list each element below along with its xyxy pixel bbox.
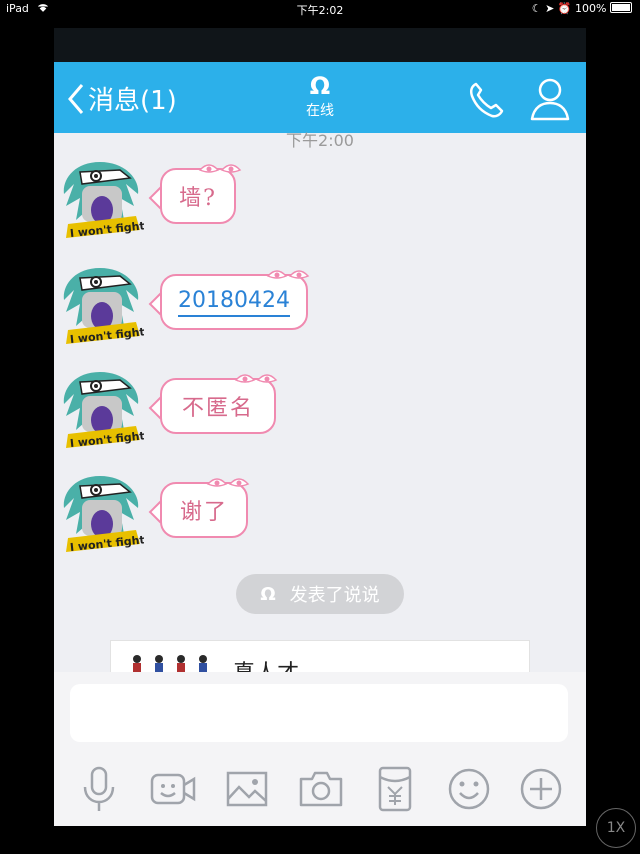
- avatar[interactable]: I won't fight: [60, 260, 144, 348]
- post-notice[interactable]: Ω 发表了说说: [236, 574, 404, 614]
- plus-icon: [520, 768, 562, 810]
- svg-text:I won't fight: I won't fight: [69, 325, 144, 346]
- bubble-eyes-icon: [206, 478, 250, 487]
- message-bubble[interactable]: 不匿名: [160, 374, 278, 434]
- red-envelope-button[interactable]: [370, 764, 420, 814]
- contact-status: 在线: [306, 103, 334, 119]
- input-bar: [54, 672, 586, 826]
- message-bubble[interactable]: 谢了: [160, 478, 250, 538]
- bubble-eyes-icon: [266, 270, 310, 279]
- location-icon: ➤: [545, 2, 555, 15]
- more-button[interactable]: [516, 764, 566, 814]
- svg-text:I won't fight: I won't fight: [69, 429, 144, 450]
- avatar[interactable]: I won't fight: [60, 468, 144, 556]
- svg-text:I won't fight: I won't fight: [69, 219, 144, 240]
- red-envelope-icon: [378, 766, 412, 812]
- chat-screen: 消息(1) Ω 在线 下午2:00 I won't fight 墙? I won…: [54, 28, 586, 826]
- nav-bar: 消息(1) Ω 在线: [54, 62, 586, 133]
- figures-icon: [133, 655, 207, 673]
- toolbar: [54, 764, 586, 824]
- battery-icon: [610, 2, 632, 13]
- emoji-icon: [448, 768, 490, 810]
- chevron-left-icon: [68, 83, 84, 114]
- message-bubble[interactable]: 20180424: [160, 270, 310, 330]
- post-notice-icon: Ω: [260, 583, 276, 605]
- message-text: 谢了: [179, 500, 228, 525]
- voice-button[interactable]: [74, 764, 124, 814]
- message-text: 墙?: [179, 186, 217, 211]
- phone-icon: [469, 82, 504, 118]
- video-button[interactable]: [148, 764, 198, 814]
- image-icon: [226, 771, 268, 807]
- video-icon: [150, 773, 196, 805]
- contact-name: Ω: [309, 72, 331, 100]
- status-bar: iPad 下午2:02 ☾ ➤ ⏰ 100%: [0, 0, 640, 18]
- camera-button[interactable]: [296, 764, 346, 814]
- battery-percent: 100%: [575, 2, 607, 15]
- message-timestamp: 下午2:00: [286, 131, 354, 150]
- zoom-toggle-button[interactable]: 1X: [596, 808, 636, 848]
- zoom-label: 1X: [606, 820, 626, 836]
- battery-status: ☾ ➤ ⏰ 100%: [532, 2, 632, 15]
- image-button[interactable]: [222, 764, 272, 814]
- phone-button[interactable]: [466, 80, 506, 124]
- bubble-eyes-icon: [234, 374, 278, 383]
- camera-icon: [299, 771, 343, 807]
- emoji-button[interactable]: [444, 764, 494, 814]
- microphone-icon: [83, 766, 115, 811]
- message-text: 不匿名: [181, 396, 254, 421]
- back-label: 消息(1): [88, 86, 177, 116]
- alarm-icon: ⏰: [557, 2, 572, 15]
- post-notice-label: 发表了说说: [289, 585, 380, 606]
- moon-icon: ☾: [531, 2, 542, 15]
- top-strip: [54, 28, 586, 62]
- contact-title[interactable]: Ω 在线: [270, 72, 370, 120]
- message-link-text[interactable]: 20180424: [178, 288, 290, 317]
- message-bubble[interactable]: 墙?: [160, 164, 242, 224]
- avatar[interactable]: I won't fight: [60, 154, 144, 242]
- profile-button[interactable]: [528, 75, 572, 127]
- bubble-eyes-icon: [198, 164, 242, 173]
- avatar[interactable]: I won't fight: [60, 364, 144, 452]
- back-button[interactable]: 消息(1): [66, 80, 177, 117]
- message-input[interactable]: [70, 684, 568, 742]
- person-icon: [530, 78, 570, 121]
- svg-text:I won't fight: I won't fight: [69, 533, 144, 554]
